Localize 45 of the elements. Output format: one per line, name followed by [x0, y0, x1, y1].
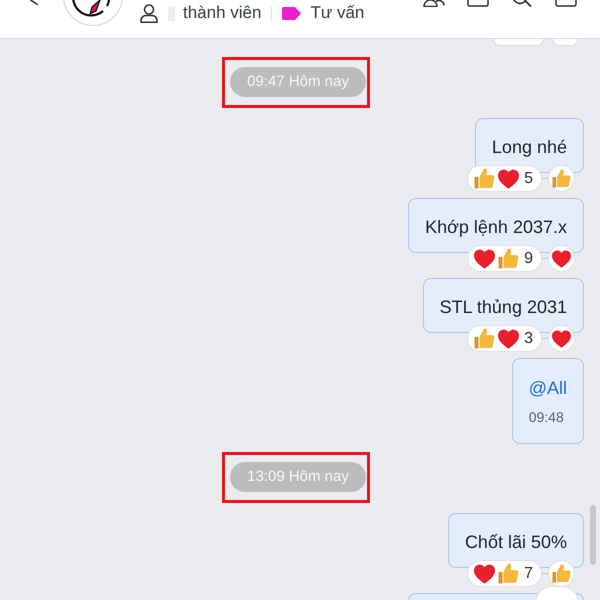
thumbs-up-icon — [498, 248, 520, 269]
person-icon — [140, 4, 158, 23]
mention-link[interactable]: @All — [528, 377, 567, 399]
message-bubble[interactable]: STL thủng 2031 — [422, 278, 584, 333]
reaction-connector — [542, 573, 548, 574]
heart-icon — [474, 564, 496, 584]
reaction-pill[interactable]: 7 — [467, 560, 542, 587]
tag-icon — [282, 7, 302, 20]
message-bubble[interactable]: Chốt lãi 50% — [448, 513, 584, 568]
reaction-pill[interactable]: 5 — [467, 165, 542, 192]
scrollbar[interactable] — [590, 505, 596, 565]
message-text: STL thủng 2031 — [440, 296, 567, 318]
time-separator: 09:47 Hôm nay — [230, 67, 366, 97]
reaction-button[interactable] — [548, 245, 575, 272]
thumbs-up-icon — [474, 168, 496, 189]
reaction-connector — [542, 258, 548, 259]
reaction-connector — [542, 178, 548, 179]
search-icon[interactable] — [511, 0, 533, 7]
message-bubble[interactable]: @All 09:48 — [512, 358, 584, 444]
thumbs-up-icon — [474, 328, 496, 349]
reaction-button[interactable] — [548, 325, 575, 352]
back-icon[interactable] — [30, 0, 38, 5]
heart-icon — [552, 330, 571, 348]
reaction-connector — [542, 338, 548, 339]
message-text: Khớp lệnh 2037.x — [425, 216, 567, 238]
member-label: thành viên — [183, 3, 262, 23]
message-text: Chốt lãi 50% — [464, 531, 567, 553]
message-bubble[interactable]: Khớp lệnh 2037.x — [408, 198, 584, 253]
thumbs-up-icon — [552, 564, 571, 583]
tag-label: Tư vấn — [310, 3, 364, 23]
thumbs-up-icon — [498, 563, 520, 584]
reaction-button[interactable] — [548, 165, 575, 192]
frame-icon[interactable] — [467, 0, 489, 7]
heart-icon — [552, 250, 571, 268]
people-icon[interactable] — [423, 0, 445, 7]
heart-icon — [474, 248, 496, 268]
message-time: 09:48 — [528, 409, 565, 425]
reaction-pill[interactable]: 9 — [467, 245, 542, 272]
message-bubble[interactable]: Long nhé — [474, 118, 584, 173]
reaction-pill[interactable]: 3 — [467, 325, 542, 352]
message-text: Long nhé — [492, 136, 567, 158]
heart-icon — [498, 168, 520, 188]
heart-icon — [498, 328, 520, 348]
time-separator: 13:09 Hôm nay — [230, 462, 366, 492]
thumbs-up-icon — [552, 169, 571, 188]
